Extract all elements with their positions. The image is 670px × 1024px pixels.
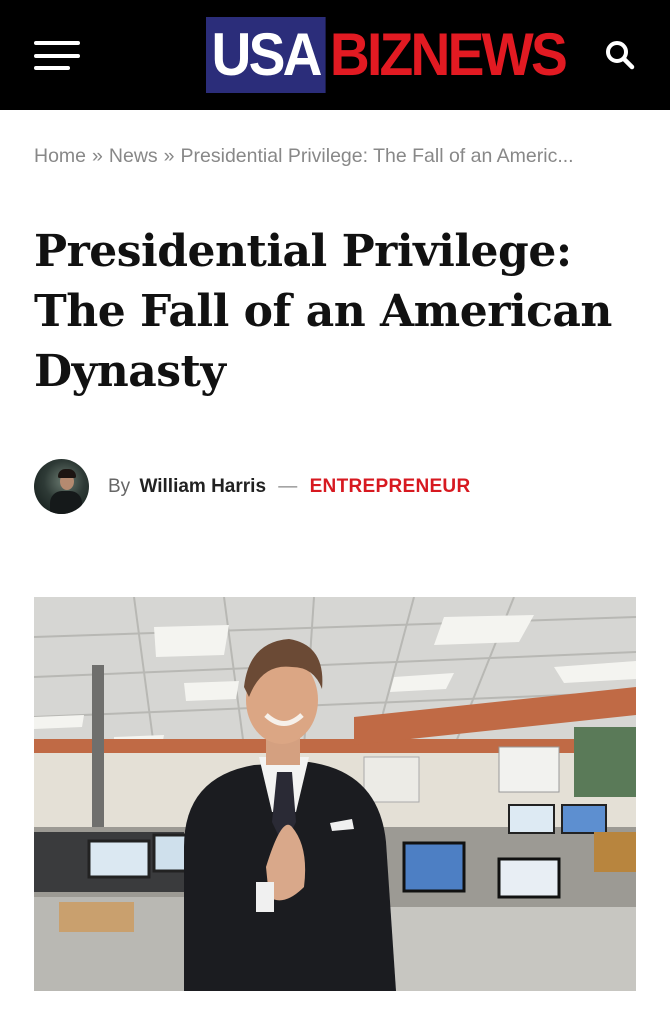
logo-usa: USA: [206, 17, 326, 93]
author-avatar[interactable]: [34, 459, 89, 514]
byline-text: By William Harris — ENTREPRENEUR: [108, 476, 470, 498]
byline-dash: —: [278, 475, 298, 497]
author-link[interactable]: William Harris: [139, 476, 266, 497]
site-logo[interactable]: USA BIZNEWS: [206, 17, 585, 93]
article-hero-image: [34, 597, 636, 991]
hamburger-menu-icon[interactable]: [34, 41, 80, 70]
logo-biznews: BIZNEWS: [329, 21, 568, 88]
breadcrumb-current: Presidential Privilege: The Fall of an A…: [180, 145, 574, 167]
by-label: By: [108, 475, 131, 497]
breadcrumb-news-link[interactable]: News: [109, 145, 158, 167]
article-title: Presidential Privilege: The Fall of an A…: [34, 226, 612, 397]
breadcrumb-separator: »: [92, 145, 103, 167]
article-byline: By William Harris — ENTREPRENEUR: [34, 459, 470, 514]
breadcrumb: Home» News» Presidential Privilege: The Fa…: [34, 145, 634, 168]
breadcrumb-home-link[interactable]: Home: [34, 145, 86, 167]
search-icon[interactable]: [603, 38, 637, 72]
site-header: USA BIZNEWS: [0, 0, 670, 110]
category-link[interactable]: ENTREPRENEUR: [310, 476, 471, 497]
breadcrumb-separator: »: [163, 145, 175, 167]
